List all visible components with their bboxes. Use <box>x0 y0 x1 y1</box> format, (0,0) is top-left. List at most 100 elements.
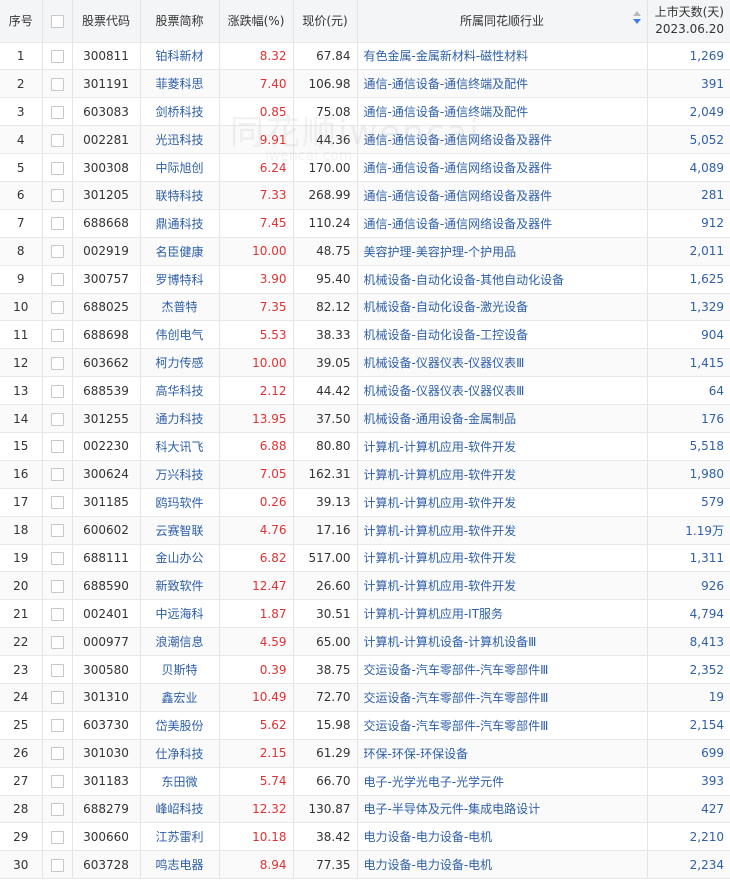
row-select[interactable] <box>42 795 73 824</box>
row-checkbox[interactable] <box>50 719 64 733</box>
row-stock-name[interactable]: 鑫宏业 <box>140 683 220 712</box>
row-industry[interactable]: 计算机-计算机应用-软件开发 <box>357 488 648 517</box>
row-select[interactable] <box>42 711 73 740</box>
table-row[interactable]: 27 301183 东田微 5.74 66.70 电子-光学光电子-光学元件 393 <box>0 767 730 796</box>
row-stock-name[interactable]: 名臣健康 <box>140 237 220 266</box>
row-checkbox[interactable] <box>50 830 64 844</box>
row-checkbox[interactable] <box>50 468 64 482</box>
row-industry[interactable]: 机械设备-自动化设备-其他自动化设备 <box>357 265 648 294</box>
table-row[interactable]: 26 301030 仕净科技 2.15 61.29 环保-环保-环保设备 699 <box>0 739 730 768</box>
row-industry[interactable]: 机械设备-仪器仪表-仪器仪表Ⅲ <box>357 376 648 406</box>
row-stock-name[interactable]: 菲菱科思 <box>140 69 220 99</box>
row-checkbox[interactable] <box>50 747 64 761</box>
row-stock-name[interactable]: 鸥玛软件 <box>140 488 220 517</box>
row-checkbox[interactable] <box>50 551 64 565</box>
row-select[interactable] <box>42 488 73 517</box>
row-select[interactable] <box>42 627 73 657</box>
row-select[interactable] <box>42 460 73 489</box>
table-row[interactable]: 10 688025 杰普特 7.35 82.12 机械设备-自动化设备-激光设备 1,329 <box>0 293 730 322</box>
row-stock-name[interactable]: 鼎通科技 <box>140 209 220 238</box>
row-industry[interactable]: 通信-通信设备-通信终端及配件 <box>357 69 648 99</box>
row-checkbox[interactable] <box>50 300 64 314</box>
row-checkbox[interactable] <box>50 802 64 816</box>
row-stock-name[interactable]: 科大讯飞 <box>140 432 220 461</box>
row-checkbox[interactable] <box>50 356 64 370</box>
table-row[interactable]: 17 301185 鸥玛软件 0.26 39.13 计算机-计算机应用-软件开发 579 <box>0 488 730 517</box>
table-row[interactable]: 12 603662 柯力传感 10.00 39.05 机械设备-仪器仪表-仪器仪表Ⅲ 1,4… <box>0 348 730 378</box>
row-industry[interactable]: 电力设备-电力设备-电机 <box>357 822 648 852</box>
row-industry[interactable]: 交运设备-汽车零部件-汽车零部件Ⅲ <box>357 711 648 740</box>
row-select[interactable] <box>42 237 73 266</box>
row-select[interactable] <box>42 683 73 712</box>
table-row[interactable]: 18 600602 云赛智联 4.76 17.16 计算机-计算机应用-软件开发 1.19万 <box>0 516 730 545</box>
row-stock-name[interactable]: 联特科技 <box>140 181 220 210</box>
row-select[interactable] <box>42 822 73 852</box>
row-checkbox[interactable] <box>50 328 64 342</box>
row-select[interactable] <box>42 850 73 880</box>
table-row[interactable]: 24 301310 鑫宏业 10.49 72.70 交运设备-汽车零部件-汽车零部件Ⅲ 19 <box>0 683 730 712</box>
row-checkbox[interactable] <box>50 77 64 91</box>
row-checkbox[interactable] <box>50 663 64 677</box>
row-select[interactable] <box>42 767 73 796</box>
row-select[interactable] <box>42 153 73 182</box>
row-select[interactable] <box>42 348 73 378</box>
row-select[interactable] <box>42 69 73 99</box>
header-change-pct[interactable]: 涨跌幅(%) <box>219 0 294 43</box>
table-row[interactable]: 23 300580 贝斯特 0.39 38.75 交运设备-汽车零部件-汽车零部件Ⅲ 2,3… <box>0 655 730 684</box>
table-row[interactable]: 16 300624 万兴科技 7.05 162.31 计算机-计算机应用-软件开发 1,98… <box>0 460 730 489</box>
row-select[interactable] <box>42 42 73 71</box>
table-row[interactable]: 14 301255 通力科技 13.95 37.50 机械设备-通用设备-金属制品 176 <box>0 404 730 433</box>
row-select[interactable] <box>42 293 73 322</box>
row-stock-name[interactable]: 伟创电气 <box>140 320 220 350</box>
row-stock-name[interactable]: 鸣志电器 <box>140 850 220 880</box>
row-checkbox[interactable] <box>50 217 64 231</box>
table-row[interactable]: 20 688590 新致软件 12.47 26.60 计算机-计算机应用-软件开发 926 <box>0 571 730 601</box>
header-price[interactable]: 现价(元) <box>293 0 358 43</box>
row-checkbox[interactable] <box>50 579 64 593</box>
header-listing-days[interactable]: 上市天数(天) 2023.06.20 <box>647 0 730 43</box>
row-stock-name[interactable]: 岱美股份 <box>140 711 220 740</box>
row-select[interactable] <box>42 544 73 573</box>
row-checkbox[interactable] <box>50 49 64 63</box>
row-stock-name[interactable]: 新致软件 <box>140 571 220 601</box>
row-stock-name[interactable]: 中际旭创 <box>140 153 220 182</box>
row-checkbox[interactable] <box>50 245 64 259</box>
row-stock-name[interactable]: 杰普特 <box>140 293 220 322</box>
row-select[interactable] <box>42 209 73 238</box>
row-stock-name[interactable]: 罗博特科 <box>140 265 220 294</box>
table-row[interactable]: 28 688279 峰岹科技 12.32 130.87 电子-半导体及元件-集成电路设计 4… <box>0 795 730 824</box>
table-row[interactable]: 2 301191 菲菱科思 7.40 106.98 通信-通信设备-通信终端及配件 391 <box>0 69 730 99</box>
row-checkbox[interactable] <box>50 775 64 789</box>
row-checkbox[interactable] <box>50 189 64 203</box>
row-industry[interactable]: 电子-光学光电子-光学元件 <box>357 767 648 796</box>
table-row[interactable]: 7 688668 鼎通科技 7.45 110.24 通信-通信设备-通信网络设备及器件 91… <box>0 209 730 238</box>
table-row[interactable]: 1 300811 铂科新材 8.32 67.84 有色金属-金属新材料-磁性材料 1,269 <box>0 42 730 71</box>
row-industry[interactable]: 通信-通信设备-通信网络设备及器件 <box>357 209 648 238</box>
row-checkbox[interactable] <box>50 440 64 454</box>
row-select[interactable] <box>42 655 73 684</box>
row-stock-name[interactable]: 金山办公 <box>140 544 220 573</box>
row-industry[interactable]: 计算机-计算机应用-软件开发 <box>357 571 648 601</box>
header-stock-name[interactable]: 股票简称 <box>140 0 220 43</box>
row-checkbox[interactable] <box>50 635 64 649</box>
row-industry[interactable]: 机械设备-仪器仪表-仪器仪表Ⅲ <box>357 348 648 378</box>
row-stock-name[interactable]: 浪潮信息 <box>140 627 220 657</box>
row-industry[interactable]: 交运设备-汽车零部件-汽车零部件Ⅲ <box>357 655 648 684</box>
row-checkbox[interactable] <box>50 691 64 705</box>
row-industry[interactable]: 计算机-计算机应用-软件开发 <box>357 460 648 489</box>
row-industry[interactable]: 通信-通信设备-通信网络设备及器件 <box>357 125 648 155</box>
row-select[interactable] <box>42 516 73 545</box>
row-select[interactable] <box>42 125 73 155</box>
table-row[interactable]: 4 002281 光迅科技 9.91 44.36 通信-通信设备-通信网络设备及器件 5,0… <box>0 125 730 155</box>
row-checkbox[interactable] <box>50 524 64 538</box>
row-checkbox[interactable] <box>50 496 64 510</box>
row-select[interactable] <box>42 97 73 127</box>
sort-arrows-icon[interactable] <box>632 11 641 29</box>
row-select[interactable] <box>42 571 73 601</box>
row-industry[interactable]: 机械设备-自动化设备-激光设备 <box>357 293 648 322</box>
select-all-checkbox[interactable] <box>50 14 64 28</box>
row-select[interactable] <box>42 599 73 629</box>
row-select[interactable] <box>42 432 73 461</box>
row-stock-name[interactable]: 铂科新材 <box>140 42 220 71</box>
row-select[interactable] <box>42 739 73 768</box>
